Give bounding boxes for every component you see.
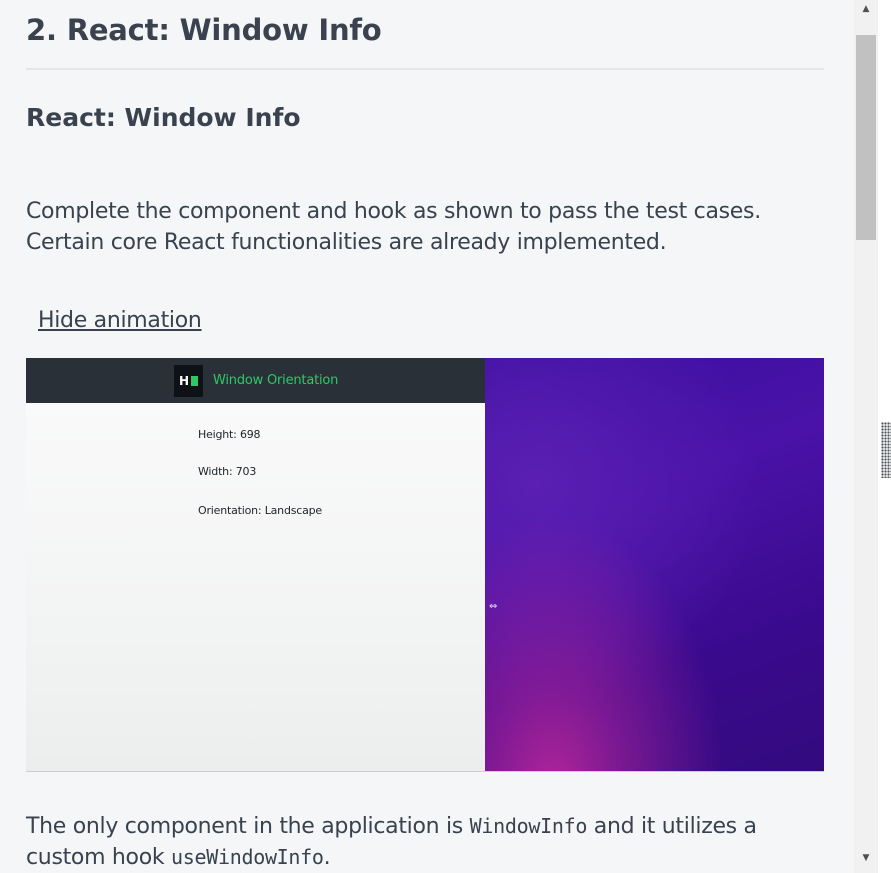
demo-width-text: Width: 703 — [198, 465, 257, 478]
hide-animation-link[interactable]: Hide animation — [38, 308, 202, 333]
scroll-up-arrow-icon[interactable]: ▲ — [854, 0, 878, 18]
vertical-scrollbar[interactable]: ▲ ▼ — [854, 0, 878, 873]
scrollbar-thumb[interactable] — [856, 35, 876, 240]
demo-desktop-wallpaper: ⇔ — [485, 358, 824, 771]
scroll-down-arrow-icon[interactable]: ▼ — [854, 849, 878, 867]
demo-navbar: H Window Orientation — [26, 358, 485, 403]
paragraph-text-3: . — [323, 845, 331, 870]
section-heading: React: Window Info — [26, 103, 301, 132]
title-divider — [26, 68, 824, 70]
code-windowinfo: WindowInfo — [469, 814, 588, 838]
code-usewindowinfo: useWindowInfo — [171, 845, 324, 869]
intro-paragraph: Complete the component and hook as shown… — [26, 199, 761, 255]
panel-resize-handle[interactable] — [881, 422, 891, 478]
demo-app-window: H Window Orientation Height: 698 Width: … — [26, 358, 485, 771]
demo-app-title: Window Orientation — [213, 373, 339, 388]
component-paragraph: The only component in the application is… — [26, 811, 824, 873]
demo-height-text: Height: 698 — [198, 428, 261, 441]
page-title: 2. React: Window Info — [26, 13, 382, 47]
paragraph-text-1: The only component in the application is — [26, 814, 470, 839]
demo-orientation-text: Orientation: Landscape — [198, 504, 322, 517]
hackerrank-logo-icon: H — [174, 365, 203, 397]
logo-letter: H — [178, 374, 190, 388]
resize-cursor-icon: ⇔ — [489, 601, 498, 612]
logo-square — [191, 376, 199, 386]
demo-animation: H Window Orientation Height: 698 Width: … — [26, 358, 824, 772]
problem-statement-page: 2. React: Window Info React: Window Info… — [0, 0, 891, 873]
